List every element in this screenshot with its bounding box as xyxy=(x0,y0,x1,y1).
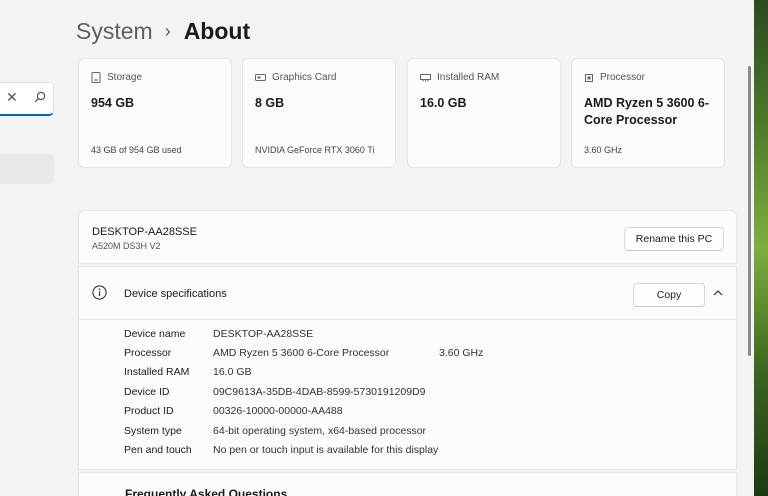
close-icon[interactable]: ✕ xyxy=(6,89,18,106)
device-name: DESKTOP-AA28SSE xyxy=(92,226,197,238)
card-subtitle: 43 GB of 954 GB used xyxy=(91,145,182,155)
search-icon[interactable] xyxy=(34,91,46,103)
card-subtitle: NVIDIA GeForce RTX 3060 Ti xyxy=(255,145,375,155)
device-specifications-list: Device name DESKTOP-AA28SSE Processor AM… xyxy=(78,320,737,470)
graphics-card: Graphics Card 8 GB NVIDIA GeForce RTX 30… xyxy=(242,58,396,168)
spec-value: DESKTOP-AA28SSE xyxy=(213,328,314,340)
chevron-up-icon[interactable] xyxy=(713,289,723,296)
spec-label: Device name xyxy=(124,328,186,340)
device-specifications-header[interactable]: Device specifications Copy xyxy=(78,266,737,320)
faq-title: Frequently Asked Questions xyxy=(125,487,288,496)
spec-value: 16.0 GB xyxy=(213,366,252,378)
spec-label: Processor xyxy=(124,347,172,359)
scrollbar[interactable] xyxy=(748,66,751,356)
sidebar: ✕ xyxy=(0,0,62,496)
spec-label: Product ID xyxy=(124,405,174,417)
card-title: Installed RAM xyxy=(437,72,500,83)
spec-label: Pen and touch xyxy=(124,444,192,456)
spec-value: 09C9613A-35DB-4DAB-8599-5730191209D9 xyxy=(213,386,426,398)
graphics-card-icon xyxy=(255,73,266,81)
breadcrumb: System › About xyxy=(76,14,250,48)
processor-card: Processor AMD Ryzen 5 3600 6-Core Proces… xyxy=(571,58,725,168)
chevron-right-icon: › xyxy=(164,20,171,41)
storage-icon xyxy=(91,72,101,83)
main-content: System › About Storage 954 GB 43 GB of 9… xyxy=(62,0,752,496)
card-title: Graphics Card xyxy=(272,72,337,83)
card-value: 8 GB xyxy=(255,96,285,110)
rename-pc-button[interactable]: Rename this PC xyxy=(624,227,724,251)
spec-value: No pen or touch input is available for t… xyxy=(213,444,439,456)
device-model: A520M DS3H V2 xyxy=(92,241,161,251)
card-value: AMD Ryzen 5 3600 6-Core Processor xyxy=(584,96,710,127)
copy-button[interactable]: Copy xyxy=(633,283,705,307)
spec-value: 64-bit operating system, x64-based proce… xyxy=(213,425,427,437)
storage-card: Storage 954 GB 43 GB of 954 GB used xyxy=(78,58,232,168)
desktop-wallpaper-edge xyxy=(754,0,768,496)
processor-icon xyxy=(585,73,593,82)
card-value: 16.0 GB xyxy=(420,96,467,110)
pc-name-panel: DESKTOP-AA28SSE A520M DS3H V2 Rename thi… xyxy=(78,210,737,264)
ram-card: Installed RAM 16.0 GB xyxy=(407,58,561,168)
spec-label: Installed RAM xyxy=(124,366,190,378)
card-title: Processor xyxy=(600,72,646,83)
info-icon xyxy=(92,285,107,300)
spec-value: 00326-10000-00000-AA488 xyxy=(213,405,343,417)
spec-extra-value: 3.60 GHz xyxy=(439,347,484,359)
card-value: 954 GB xyxy=(91,96,135,110)
breadcrumb-parent[interactable]: System xyxy=(76,18,153,45)
card-subtitle: 3.60 GHz xyxy=(584,145,623,155)
search-input[interactable]: ✕ xyxy=(0,82,54,116)
memory-icon xyxy=(420,74,431,82)
section-title: Device specifications xyxy=(124,288,227,300)
faq-section[interactable]: Frequently Asked Questions xyxy=(78,472,737,496)
card-title: Storage xyxy=(107,72,143,83)
sidebar-item-selected[interactable] xyxy=(0,154,54,184)
spec-value: AMD Ryzen 5 3600 6-Core Processor xyxy=(213,347,390,359)
spec-label: System type xyxy=(124,425,182,437)
page-title: About xyxy=(183,17,251,44)
spec-label: Device ID xyxy=(124,386,170,398)
